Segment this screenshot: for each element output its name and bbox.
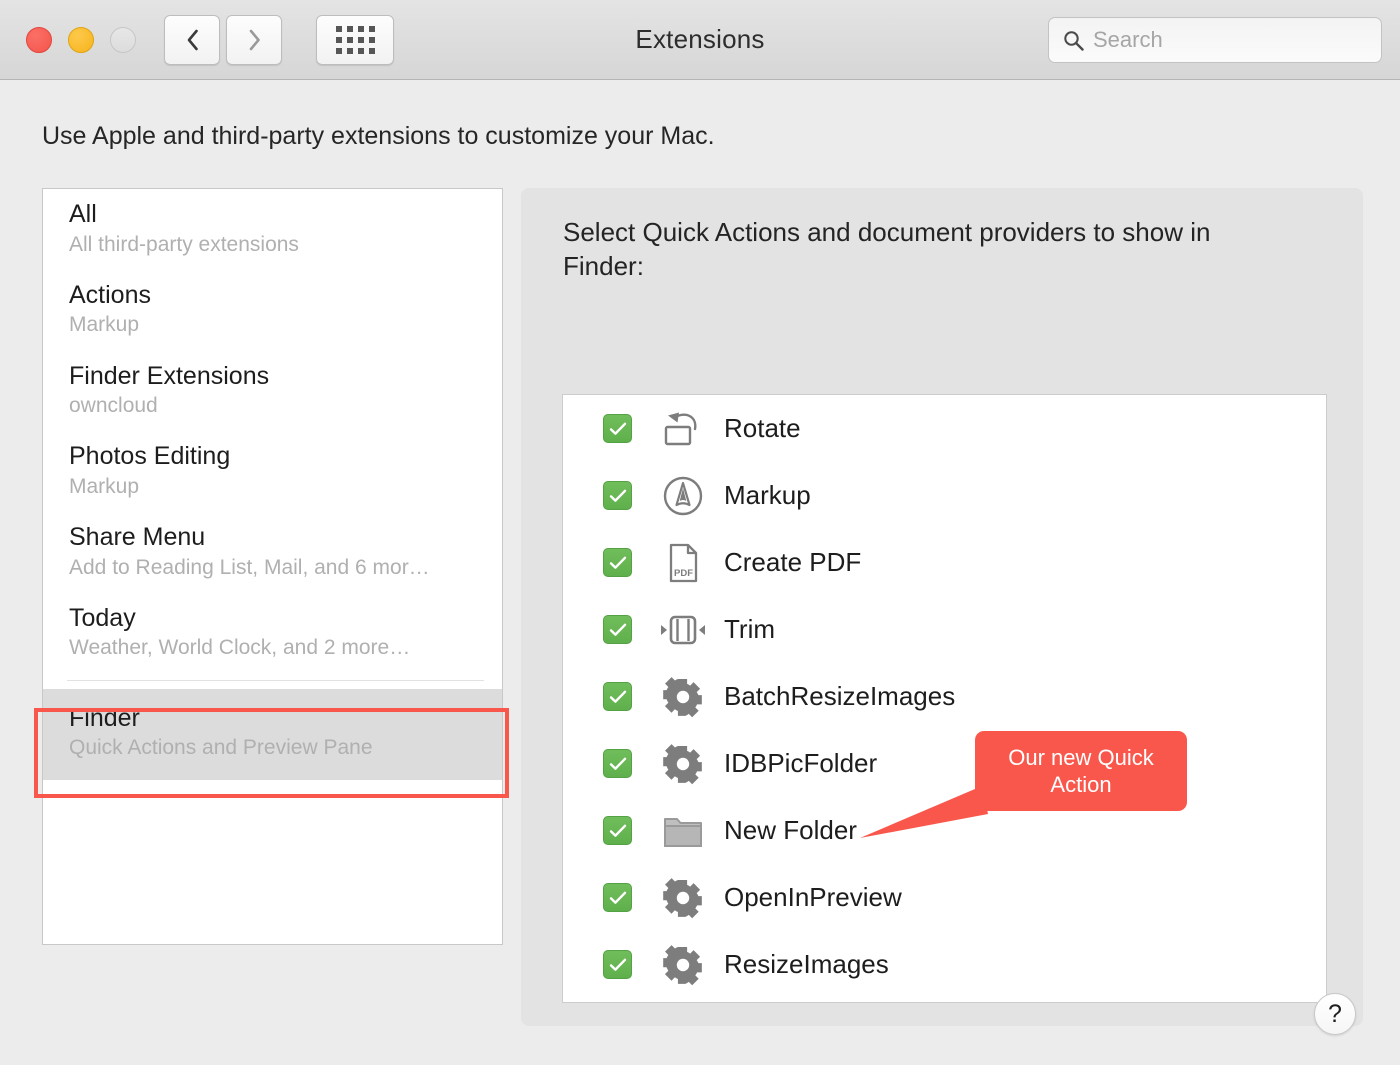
quick-actions-panel: Select Quick Actions and document provid… [521, 188, 1363, 1026]
list-item-label: Rotate [724, 413, 801, 443]
sidebar-item-title: Photos Editing [69, 442, 231, 471]
intro-text: Use Apple and third-party extensions to … [42, 122, 715, 150]
preference-pane-content: Use Apple and third-party extensions to … [0, 80, 1400, 1065]
sidebar-item-share-menu[interactable]: Share Menu Add to Reading List, Mail, an… [43, 512, 502, 593]
sidebar-item-title: Finder [69, 703, 140, 732]
quick-actions-list[interactable]: Rotate Markup PDF Create PDF Trim BatchR… [562, 394, 1327, 1003]
callout-bubble: Our new Quick Action [975, 731, 1187, 811]
list-item-label: Trim [724, 614, 776, 644]
checkbox-openinpreview[interactable] [603, 883, 632, 912]
checkbox-rotate[interactable] [603, 414, 632, 443]
checkbox-markup[interactable] [603, 481, 632, 510]
checkbox-create-pdf[interactable] [603, 548, 632, 577]
list-item-label: OpenInPreview [724, 882, 902, 912]
checkbox-resizeimages[interactable] [603, 950, 632, 979]
list-item[interactable]: ResizeImages [563, 931, 1326, 998]
list-item-label: IDBPicFolder [724, 748, 878, 778]
search-input[interactable] [1093, 27, 1353, 53]
sidebar-item-title: Share Menu [69, 523, 206, 552]
search-icon [1063, 30, 1084, 51]
rotate-icon [660, 406, 706, 452]
extension-category-sidebar: All All third-party extensions Actions M… [42, 188, 503, 945]
gear-icon [660, 674, 706, 720]
list-item[interactable]: BatchResizeImages [563, 663, 1326, 730]
list-item[interactable]: Rotate [563, 395, 1326, 462]
sidebar-item-title: Finder Extensions [69, 361, 270, 390]
sidebar-item-subtitle: Markup [69, 474, 140, 498]
sidebar-item-subtitle: Markup [69, 313, 140, 337]
sidebar-item-subtitle: Add to Reading List, Mail, and 6 mor… [69, 555, 430, 579]
checkbox-idbpicfolder[interactable] [603, 749, 632, 778]
sidebar-item-all[interactable]: All All third-party extensions [43, 189, 502, 270]
sidebar-item-actions[interactable]: Actions Markup [43, 270, 502, 351]
svg-text:PDF: PDF [674, 568, 693, 579]
pdf-document-icon: PDF [660, 540, 706, 586]
sidebar-item-photos-editing[interactable]: Photos Editing Markup [43, 431, 502, 512]
help-button[interactable]: ? [1314, 993, 1356, 1035]
list-item-label: BatchResizeImages [724, 681, 956, 711]
checkbox-trim[interactable] [603, 615, 632, 644]
list-item[interactable]: New Folder [563, 797, 1326, 864]
sidebar-item-finder[interactable]: Finder Quick Actions and Preview Pane [43, 688, 502, 780]
list-item-label: ResizeImages [724, 949, 889, 979]
panel-heading: Select Quick Actions and document provid… [563, 217, 1211, 281]
sidebar-separator [67, 679, 484, 681]
sidebar-item-subtitle: Weather, World Clock, and 2 more… [69, 636, 411, 660]
preferences-window: Extensions Use Apple and third-party ext… [0, 0, 1400, 1065]
sidebar-item-subtitle: owncloud [69, 394, 158, 418]
gear-icon [660, 942, 706, 988]
checkbox-new-folder[interactable] [603, 816, 632, 845]
list-item-label: New Folder [724, 815, 857, 845]
list-item[interactable]: IDBPicFolder [563, 730, 1326, 797]
sidebar-item-title: All [69, 200, 97, 228]
sidebar-item-finder-extensions[interactable]: Finder Extensions owncloud [43, 351, 502, 432]
gear-icon [660, 741, 706, 787]
sidebar-item-subtitle: Quick Actions and Preview Pane [69, 736, 373, 760]
list-item[interactable]: PDF Create PDF [563, 529, 1326, 596]
sidebar-item-title: Actions [69, 280, 151, 309]
sidebar-item-title: Today [69, 603, 136, 632]
checkbox-batchresizeimages[interactable] [603, 682, 632, 711]
markup-icon [660, 473, 706, 519]
list-item-label: Create PDF [724, 547, 862, 577]
list-item-label: Markup [724, 480, 811, 510]
list-item[interactable]: Trim [563, 596, 1326, 663]
title-bar: Extensions [0, 0, 1400, 80]
list-item[interactable]: OpenInPreview [563, 864, 1326, 931]
trim-icon [660, 607, 706, 653]
list-item[interactable]: Markup [563, 462, 1326, 529]
search-field[interactable] [1048, 17, 1382, 63]
sidebar-item-subtitle: All third-party extensions [69, 232, 299, 256]
folder-icon [660, 808, 706, 854]
gear-icon [660, 875, 706, 921]
sidebar-item-today[interactable]: Today Weather, World Clock, and 2 more… [43, 593, 502, 674]
